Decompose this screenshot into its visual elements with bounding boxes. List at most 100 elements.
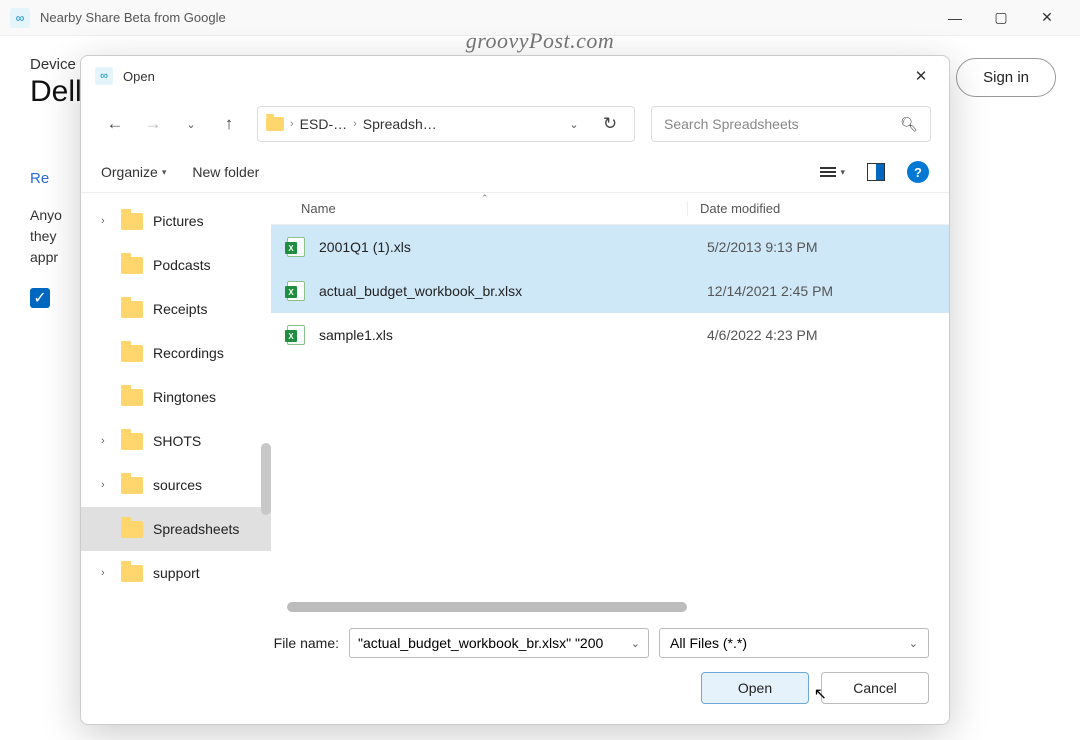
maximize-button[interactable]: ▢ [978,2,1024,34]
folder-icon [121,389,143,406]
sidebar-item-support[interactable]: › support [81,551,271,595]
search-box[interactable]: 🔍︎ [651,106,931,142]
sidebar-item-receipts[interactable]: Receipts [81,287,271,331]
up-button[interactable]: ↑ [213,108,245,140]
sidebar-item-label: SHOTS [153,433,201,449]
column-name[interactable]: Name ⌃ [301,201,687,216]
column-date[interactable]: Date modified [687,201,887,216]
breadcrumb-part-2[interactable]: Spreadsh… [363,116,437,132]
folder-icon [121,301,143,318]
nav-row: ← → ⌄ ↑ › ESD-… › Spreadsh… ⌄ ↻ 🔍︎ [81,96,949,152]
close-button[interactable]: ✕ [1024,2,1070,34]
file-name-row: File name: "actual_budget_workbook_br.xl… [101,628,929,658]
folder-tree: › Pictures Podcasts Receipts Recordings R… [81,193,271,612]
file-name: 2001Q1 (1).xls [319,239,707,255]
file-row[interactable]: 2001Q1 (1).xls 5/2/2013 9:13 PM [271,225,949,269]
sidebar-item-label: support [153,565,200,581]
file-list: 2001Q1 (1).xls 5/2/2013 9:13 PM actual_b… [271,225,949,612]
sidebar-item-shots[interactable]: › SHOTS [81,419,271,463]
dialog-titlebar: ∞ Open ✕ [81,56,949,96]
refresh-button[interactable]: ↻ [594,108,626,140]
sidebar-item-label: Pictures [153,213,204,229]
horizontal-scrollbar[interactable] [287,602,687,612]
folder-icon [121,521,143,538]
file-row[interactable]: sample1.xls 4/6/2022 4:23 PM [271,313,949,357]
cancel-button[interactable]: Cancel [821,672,929,704]
forward-button[interactable]: → [137,108,169,140]
chevron-right-icon[interactable]: › [101,479,111,491]
help-button[interactable]: ? [907,161,929,183]
sort-indicator-icon: ⌃ [481,193,489,204]
sidebar-item-ringtones[interactable]: Ringtones [81,375,271,419]
sidebar-item-label: Podcasts [153,257,211,273]
sidebar-item-label: Recordings [153,345,224,361]
sidebar-item-label: Spreadsheets [153,521,239,537]
file-type-filter[interactable]: All Files (*.*) ⌄ [659,628,929,658]
folder-icon [121,433,143,450]
chevron-right-icon: › [290,118,294,130]
minimize-button[interactable]: — [932,2,978,34]
sidebar-item-label: Receipts [153,301,207,317]
file-name: actual_budget_workbook_br.xlsx [319,283,707,299]
excel-file-icon [287,237,307,257]
sidebar-item-recordings[interactable]: Recordings [81,331,271,375]
new-folder-button[interactable]: New folder [192,164,259,180]
watermark: groovyPost.com [466,28,615,54]
button-row: Open Cancel [101,672,929,704]
file-pane: Name ⌃ Date modified 2001Q1 (1).xls 5/2/… [271,193,949,612]
view-button[interactable]: ▾ [820,167,845,178]
address-dropdown-button[interactable]: ⌄ [558,108,590,140]
file-name-label: File name: [261,635,339,651]
sign-in-button[interactable]: Sign in [956,58,1056,97]
chevron-right-icon[interactable]: › [101,435,111,447]
organize-button[interactable]: Organize ▾ [101,164,166,180]
file-date: 12/14/2021 2:45 PM [707,283,907,299]
folder-icon [121,345,143,362]
open-file-dialog: ∞ Open ✕ ← → ⌄ ↑ › ESD-… › Spreadsh… ⌄ ↻ [80,55,950,725]
chevron-down-icon[interactable]: ⌄ [631,637,640,650]
sidebar-item-pictures[interactable]: › Pictures [81,199,271,243]
file-name-input[interactable]: "actual_budget_workbook_br.xlsx" "200 ⌄ [349,628,649,658]
folder-icon [121,477,143,494]
dialog-close-button[interactable]: ✕ [907,62,935,90]
sidebar-item-label: Ringtones [153,389,216,405]
recent-locations-button[interactable]: ⌄ [175,108,207,140]
folder-icon [121,565,143,582]
chevron-right-icon: › [353,118,357,130]
chevron-down-icon[interactable]: ⌄ [909,637,918,650]
checkbox[interactable]: ✓ [30,288,50,308]
window-title: Nearby Share Beta from Google [40,10,932,25]
toolbar: Organize ▾ New folder ▾ ? [81,152,949,192]
filter-label: All Files (*.*) [670,635,747,651]
open-button[interactable]: Open [701,672,809,704]
folder-icon [266,117,284,131]
chevron-right-icon[interactable]: › [101,215,111,227]
preview-pane-button[interactable] [867,163,885,181]
sidebar-item-spreadsheets[interactable]: Spreadsheets [81,507,271,551]
organize-label: Organize [101,164,158,180]
file-name: sample1.xls [319,327,707,343]
chevron-down-icon: ▾ [840,167,845,178]
search-icon: 🔍︎ [900,116,918,133]
address-bar[interactable]: › ESD-… › Spreadsh… ⌄ ↻ [257,106,635,142]
column-name-label: Name [301,201,336,216]
list-icon [820,167,836,177]
file-date: 4/6/2022 4:23 PM [707,327,907,343]
excel-file-icon [287,281,307,301]
main-window: ∞ Nearby Share Beta from Google — ▢ ✕ gr… [0,0,1080,740]
chevron-right-icon[interactable]: › [101,567,111,579]
dialog-app-icon: ∞ [95,67,113,85]
content-area: › Pictures Podcasts Receipts Recordings R… [81,192,949,612]
sidebar-item-sources[interactable]: ›sources [81,463,271,507]
sidebar-scrollbar[interactable] [261,443,271,515]
back-button[interactable]: ← [99,108,131,140]
file-name-value: "actual_budget_workbook_br.xlsx" "200 [358,635,603,651]
file-date: 5/2/2013 9:13 PM [707,239,907,255]
file-row[interactable]: actual_budget_workbook_br.xlsx 12/14/202… [271,269,949,313]
sidebar-item-podcasts[interactable]: Podcasts [81,243,271,287]
dialog-footer: File name: "actual_budget_workbook_br.xl… [81,612,949,724]
search-input[interactable] [664,116,900,132]
folder-icon [121,257,143,274]
folder-icon [121,213,143,230]
breadcrumb-part-1[interactable]: ESD-… [300,116,347,132]
